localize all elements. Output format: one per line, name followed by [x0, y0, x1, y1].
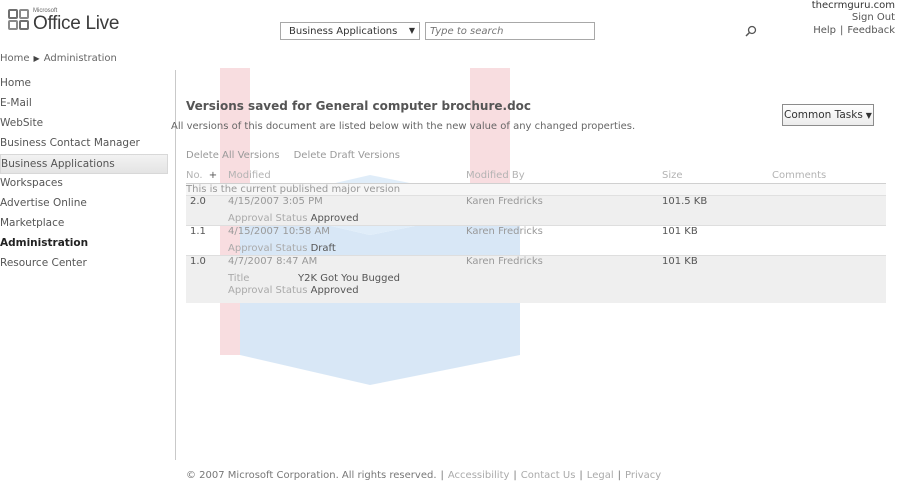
breadcrumb-current: Administration [43, 53, 117, 64]
version-modified-by: Karen Fredricks [466, 255, 662, 303]
version-modified-date[interactable]: 4/7/2007 8:47 AM [228, 256, 466, 267]
property-value: Draft [310, 242, 336, 254]
property-name: Approval Status [228, 242, 308, 254]
delete-draft-versions-link[interactable]: Delete Draft Versions [294, 150, 400, 161]
header: Microsoft Office Live Home ▶ Administrat… [0, 0, 897, 68]
version-modified-by: Karen Fredricks [466, 225, 662, 256]
nav-item-advertise-online[interactable]: Advertise Online [0, 194, 175, 214]
column-header-no[interactable]: No. + [186, 169, 228, 184]
version-size: 101 KB [662, 255, 772, 303]
dropdown-arrow-icon: ▼ [865, 110, 872, 120]
search-icon[interactable] [743, 24, 759, 38]
version-property: Approval Status Approved [228, 213, 466, 225]
versions-table: No. + Modified Modified By Size Comments… [186, 169, 886, 303]
column-header-comments[interactable]: Comments [772, 169, 886, 184]
left-navigation: Home E-Mail WebSite Business Contact Man… [0, 70, 176, 460]
version-size: 101 KB [662, 225, 772, 256]
search-input[interactable] [425, 22, 595, 40]
dropdown-arrow-icon: ▼ [408, 26, 415, 35]
nav-item-website[interactable]: WebSite [0, 114, 175, 134]
version-number[interactable]: 1.1 [186, 225, 228, 256]
breadcrumb-home[interactable]: Home [0, 53, 30, 64]
table-row[interactable]: 2.0 4/15/2007 3:05 PM Approval Status Ap… [186, 195, 886, 226]
office-logo-icon [8, 9, 30, 31]
copyright-text: © 2007 Microsoft Corporation. All rights… [186, 470, 437, 481]
current-version-note-row: This is the current published major vers… [186, 183, 886, 196]
version-comments [772, 225, 886, 256]
footer-link-legal[interactable]: Legal [587, 470, 614, 481]
nav-item-resource-center[interactable]: Resource Center [0, 254, 175, 274]
version-size: 101.5 KB [662, 195, 772, 226]
sort-plus-icon: + [208, 170, 218, 182]
table-row[interactable]: 1.0 4/7/2007 8:47 AM Title Y2K Got You B… [186, 255, 886, 303]
table-row[interactable]: 1.1 4/15/2007 10:58 AM Approval Status D… [186, 225, 886, 256]
nav-item-administration[interactable]: Administration [0, 234, 175, 254]
nav-item-marketplace[interactable]: Marketplace [0, 214, 175, 234]
column-header-size[interactable]: Size [662, 169, 772, 184]
logo-product-name: Office Live [33, 13, 120, 34]
property-value: Approved [310, 212, 359, 224]
main-content: Versions saved for General computer broc… [171, 70, 897, 460]
property-name: Approval Status [228, 212, 308, 224]
version-modified-by: Karen Fredricks [466, 195, 662, 226]
page-title: Versions saved for General computer broc… [186, 99, 532, 113]
property-name: Title [228, 272, 250, 284]
user-domain: thecrmguru.com [811, 0, 895, 11]
breadcrumb-arrow-icon: ▶ [33, 54, 40, 63]
version-modified-date[interactable]: 4/15/2007 3:05 PM [228, 196, 466, 207]
property-value: Y2K Got You Bugged [298, 272, 400, 284]
version-property: Approval Status Draft [228, 243, 466, 255]
nav-item-business-contact-manager[interactable]: Business Contact Manager [0, 134, 175, 154]
footer: © 2007 Microsoft Corporation. All rights… [186, 470, 662, 481]
property-name: Approval Status [228, 284, 308, 296]
common-tasks-label: Common Tasks [784, 109, 863, 121]
footer-link-privacy[interactable]: Privacy [625, 470, 661, 481]
column-header-modified[interactable]: Modified [228, 169, 466, 184]
delete-all-versions-link[interactable]: Delete All Versions [186, 150, 280, 161]
help-link[interactable]: Help [813, 25, 836, 37]
column-header-modified-by[interactable]: Modified By [466, 169, 662, 184]
user-area: thecrmguru.com Sign Out Help | Feedback [812, 0, 895, 64]
footer-link-accessibility[interactable]: Accessibility [448, 470, 510, 481]
version-modified-date[interactable]: 4/15/2007 10:58 AM [228, 226, 466, 237]
current-version-note: This is the current published major vers… [186, 183, 886, 196]
page-description: All versions of this document are listed… [171, 121, 636, 132]
version-number[interactable]: 2.0 [186, 195, 228, 226]
nav-item-workspaces[interactable]: Workspaces [0, 174, 175, 194]
table-header-row: No. + Modified Modified By Size Comments [186, 169, 886, 184]
feedback-link[interactable]: Feedback [847, 25, 895, 37]
version-property: Approval Status Approved [228, 285, 466, 297]
property-value: Approved [310, 284, 359, 296]
breadcrumb: Home ▶ Administration [0, 53, 117, 64]
search-scope-select[interactable]: Business Applications ▼ [280, 22, 420, 40]
common-tasks-button[interactable]: Common Tasks ▼ [782, 104, 874, 126]
search-area: Business Applications ▼ [280, 22, 757, 40]
version-property: Title Y2K Got You Bugged [228, 273, 466, 285]
link-separator: | [840, 25, 844, 36]
office-live-logo[interactable]: Microsoft Office Live [8, 8, 119, 33]
version-number[interactable]: 1.0 [186, 255, 228, 303]
version-comments [772, 255, 886, 303]
search-scope-value: Business Applications [289, 25, 398, 37]
sign-out-link[interactable]: Sign Out [812, 12, 895, 24]
version-actions: Delete All Versions Delete Draft Version… [186, 150, 400, 161]
nav-item-email[interactable]: E-Mail [0, 94, 175, 114]
footer-link-contact-us[interactable]: Contact Us [521, 470, 576, 481]
nav-item-home[interactable]: Home [0, 74, 175, 94]
nav-item-business-applications[interactable]: Business Applications [0, 154, 168, 174]
version-comments [772, 195, 886, 226]
